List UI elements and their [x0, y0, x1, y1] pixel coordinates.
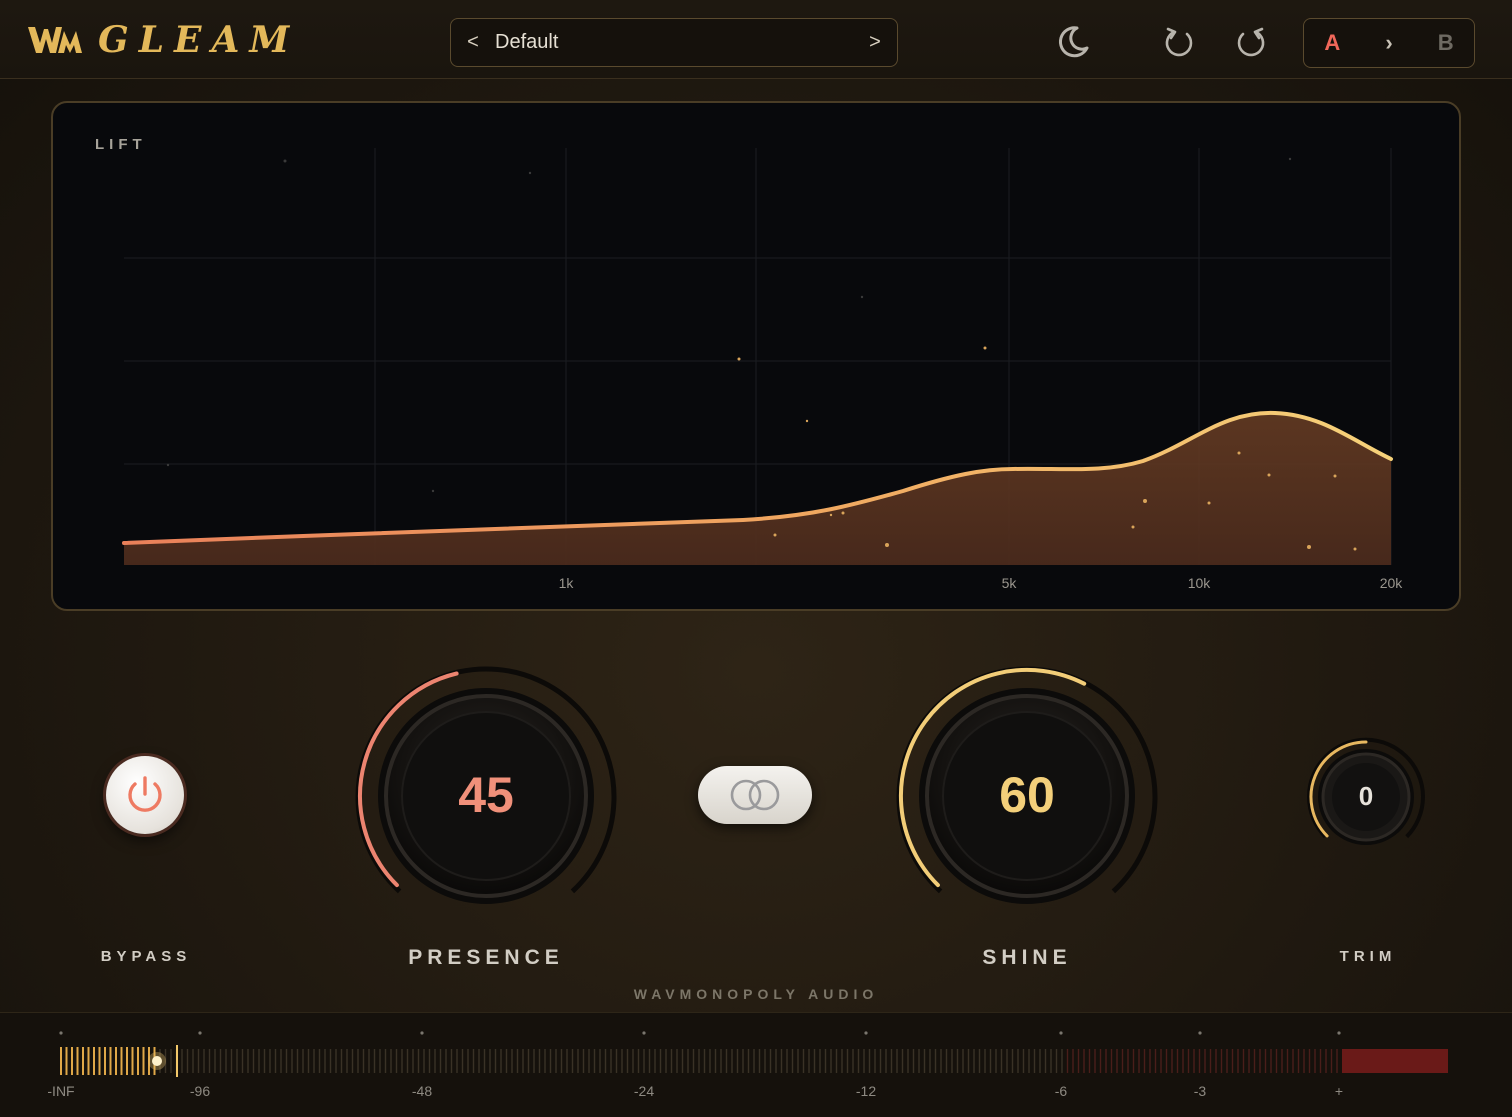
freq-label-5k: 5k [1002, 575, 1018, 591]
meter-label-3: -3 [1194, 1083, 1207, 1099]
bypass-label: BYPASS [100, 948, 192, 965]
shine-knob[interactable]: 60 [887, 666, 1167, 931]
trim-label: TRIM [1339, 948, 1397, 965]
trim-knob[interactable]: 0 [1302, 735, 1430, 864]
preset-next-button[interactable]: > [853, 31, 897, 54]
meter-label-inf: -INF [47, 1083, 74, 1099]
theme-toggle-button[interactable] [1053, 22, 1093, 62]
freq-label-1k: 1k [559, 575, 575, 591]
freq-label-10k: 10k [1188, 575, 1212, 591]
presence-value: 45 [458, 767, 514, 823]
redo-icon [1237, 27, 1265, 57]
ab-copy-button[interactable]: › [1361, 30, 1418, 56]
freq-label-20k: 20k [1380, 575, 1404, 591]
eq-curve-area [124, 412, 1391, 565]
logo: GLEAM [26, 20, 299, 60]
meter-label-48: -48 [412, 1083, 432, 1099]
link-rings-icon [730, 779, 780, 811]
meter-label-6: -6 [1055, 1083, 1068, 1099]
shine-label: SHINE [982, 946, 1072, 969]
link-toggle[interactable] [698, 766, 812, 824]
brand-footer: WAVMONOPOLY AUDIO [633, 986, 879, 1002]
meter-ticks [60, 1047, 1338, 1075]
eq-display: LIFT 1k 5k 10k 20k [51, 101, 1461, 611]
shine-value: 60 [999, 767, 1055, 823]
meter-handle [148, 1045, 178, 1077]
presence-knob[interactable]: 45 [346, 666, 626, 931]
trim-value: 0 [1358, 781, 1374, 811]
wm-logo-icon [28, 27, 82, 53]
undo-icon [1165, 27, 1193, 57]
meter-clip-zone [1342, 1049, 1448, 1073]
ab-compare: A › B [1303, 18, 1475, 68]
moon-icon [1058, 26, 1089, 58]
meter-label-24: -24 [634, 1083, 654, 1099]
meter-label-plus: + [1335, 1083, 1343, 1099]
redo-button[interactable] [1231, 22, 1271, 62]
level-meter[interactable]: -INF -96 -48 -24 -12 -6 -3 + [0, 1012, 1512, 1117]
dust [166, 157, 1292, 493]
meter-label-12: -12 [856, 1083, 876, 1099]
top-bar: GLEAM < Default > A › B [0, 0, 1512, 79]
preset-name[interactable]: Default [495, 31, 853, 54]
meter-label-96: -96 [190, 1083, 210, 1099]
ab-a-button[interactable]: A [1304, 30, 1361, 56]
preset-selector[interactable]: < Default > [450, 18, 898, 67]
bypass-button[interactable] [106, 756, 184, 834]
undo-button[interactable] [1159, 22, 1199, 62]
presence-label: PRESENCE [408, 946, 564, 969]
eq-graph: 1k 5k 10k 20k [122, 148, 1404, 591]
ab-b-button[interactable]: B [1417, 30, 1474, 56]
preset-prev-button[interactable]: < [451, 31, 495, 54]
app-title: GLEAM [98, 19, 300, 61]
power-icon [128, 776, 162, 812]
